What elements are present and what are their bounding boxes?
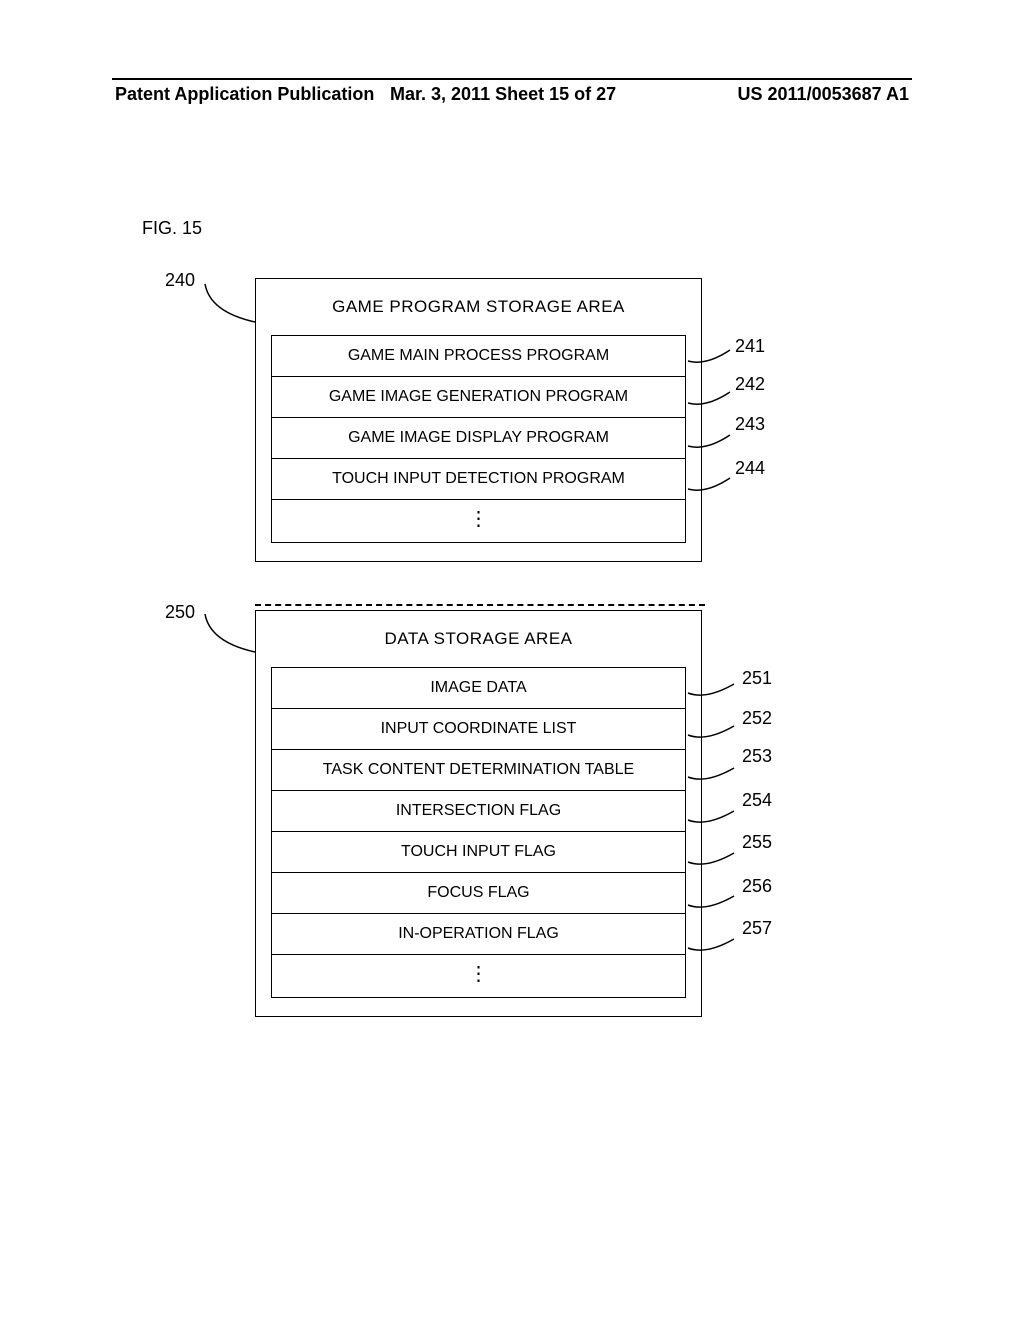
row-243: GAME IMAGE DISPLAY PROGRAM	[272, 417, 685, 458]
ref-252: 252	[742, 708, 772, 729]
row-256: FOCUS FLAG	[272, 872, 685, 913]
ref-241: 241	[735, 336, 765, 357]
patent-figure-page: Patent Application Publication Mar. 3, 2…	[0, 0, 1024, 1320]
row-251: IMAGE DATA	[272, 668, 685, 708]
row-242: GAME IMAGE GENERATION PROGRAM	[272, 376, 685, 417]
row-244: TOUCH INPUT DETECTION PROGRAM	[272, 458, 685, 499]
ref-253: 253	[742, 746, 772, 767]
row-254: INTERSECTION FLAG	[272, 790, 685, 831]
header-left: Patent Application Publication	[115, 84, 374, 105]
row-252: INPUT COORDINATE LIST	[272, 708, 685, 749]
row-257: IN-OPERATION FLAG	[272, 913, 685, 954]
ref-256: 256	[742, 876, 772, 897]
ref-242: 242	[735, 374, 765, 395]
ref-250: 250	[165, 602, 195, 623]
header-right: US 2011/0053687 A1	[738, 84, 909, 105]
area-240-title: GAME PROGRAM STORAGE AREA	[256, 279, 701, 335]
area-250-rows: IMAGE DATA INPUT COORDINATE LIST TASK CO…	[271, 667, 686, 998]
ref-251: 251	[742, 668, 772, 689]
memory-area-240: GAME PROGRAM STORAGE AREA GAME MAIN PROC…	[255, 278, 702, 562]
row-241: GAME MAIN PROCESS PROGRAM	[272, 336, 685, 376]
area-250-title: DATA STORAGE AREA	[256, 611, 701, 667]
row-ellipsis-1: ⋮	[272, 499, 685, 542]
row-255: TOUCH INPUT FLAG	[272, 831, 685, 872]
ref-257: 257	[742, 918, 772, 939]
leader-line-240	[200, 282, 260, 332]
row-253: TASK CONTENT DETERMINATION TABLE	[272, 749, 685, 790]
header-center: Mar. 3, 2011 Sheet 15 of 27	[390, 84, 616, 105]
area-240-rows: GAME MAIN PROCESS PROGRAM GAME IMAGE GEN…	[271, 335, 686, 543]
figure-number-label: FIG. 15	[142, 218, 202, 239]
ref-255: 255	[742, 832, 772, 853]
memory-area-250: DATA STORAGE AREA IMAGE DATA INPUT COORD…	[255, 610, 702, 1017]
ref-240: 240	[165, 270, 195, 291]
leader-line-250	[200, 612, 260, 662]
row-ellipsis-2: ⋮	[272, 954, 685, 997]
ref-244: 244	[735, 458, 765, 479]
ref-254: 254	[742, 790, 772, 811]
area-separator	[255, 604, 705, 606]
ref-243: 243	[735, 414, 765, 435]
header-rule	[112, 78, 912, 80]
